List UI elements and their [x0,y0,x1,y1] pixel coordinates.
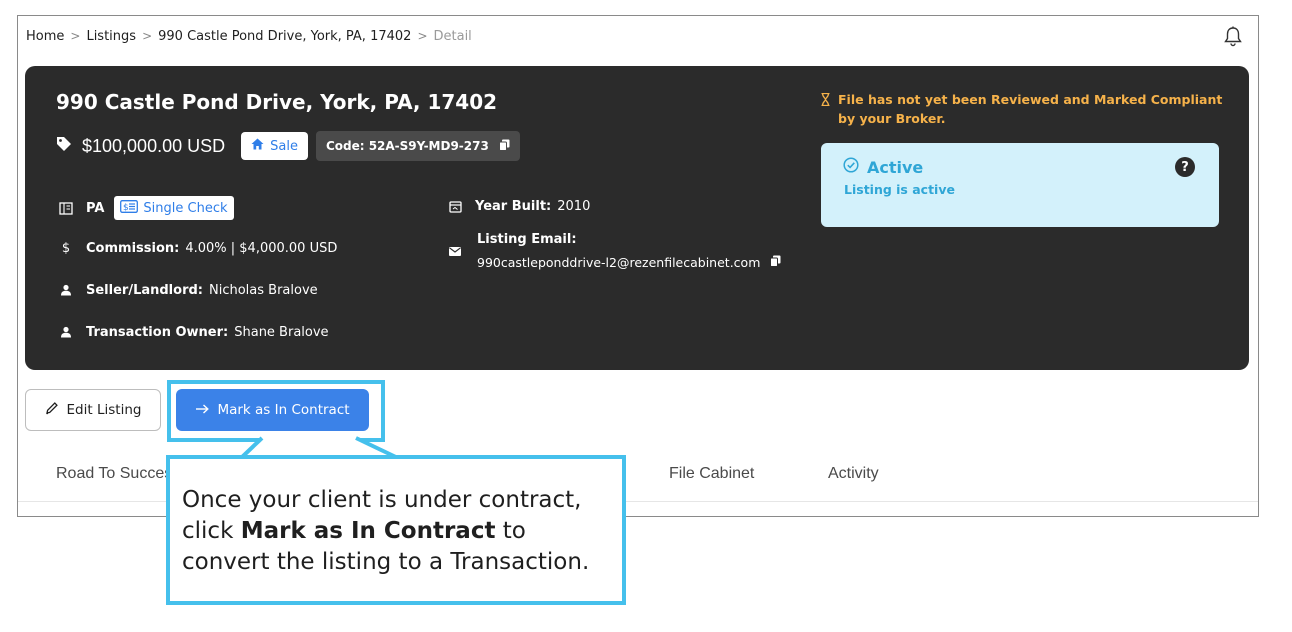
chevron-right-icon: > [417,29,428,43]
help-icon[interactable]: ? [1175,157,1195,177]
price-row: $100,000.00 USD Sale Code: 52A-S9Y-MD9-2… [56,131,520,161]
sale-badge: Sale [241,132,308,160]
owner-row: Transaction Owner: Shane Bralove [56,322,329,342]
listing-price: $100,000.00 USD [82,135,226,156]
edit-listing-button[interactable]: Edit Listing [25,389,161,431]
price-tag-icon [56,136,72,156]
breadcrumb-address[interactable]: 990 Castle Pond Drive, York, PA, 17402 [158,29,411,44]
single-check-label: Single Check [143,200,228,216]
edit-listing-label: Edit Listing [66,402,142,418]
app-window: Home > Listings > 990 Castle Pond Drive,… [17,15,1259,517]
tab-activity[interactable]: Activity [828,465,879,483]
hourglass-icon [821,90,830,128]
callout-line-2-pre: click [182,518,241,544]
mark-as-in-contract-button[interactable]: Mark as In Contract [176,389,369,431]
listing-email-label: Listing Email: [477,232,577,247]
chevron-right-icon: > [70,29,81,43]
mark-as-in-contract-label: Mark as In Contract [217,402,350,418]
status-panel: Active Listing is active ? [821,143,1219,227]
callout-line-3: convert the listing to a Transaction. [182,549,590,575]
status-title-row: Active [843,157,923,177]
state-row: PA $ Single Check [56,196,234,220]
compliance-text: File has not yet been Reviewed and Marke… [838,92,1223,126]
callout-line-1: Once your client is under contract, [182,487,582,513]
state-value: PA [86,200,105,216]
pencil-icon [45,401,59,419]
commission-label: Commission: [86,240,180,256]
notification-bell-icon[interactable] [1222,24,1244,48]
year-built-value: 2010 [557,198,591,214]
tab-road-to-success[interactable]: Road To Success [56,465,180,483]
callout-line-2: click Mark as In Contract to [182,516,610,547]
listing-code: Code: 52A-S9Y-MD9-273 [325,139,489,153]
tab-file-cabinet[interactable]: File Cabinet [669,465,754,483]
home-icon [251,138,264,154]
seller-value: Nicholas Bralove [209,282,318,298]
dollar-icon: $ [61,240,71,256]
breadcrumb-home[interactable]: Home [26,29,64,44]
check-circle-icon [843,157,859,177]
tutorial-callout: Once your client is under contract, clic… [166,455,626,605]
check-card-icon: $ [120,199,139,217]
compliance-warning: File has not yet been Reviewed and Marke… [821,90,1241,128]
single-check-chip: $ Single Check [114,196,234,220]
listing-title: 990 Castle Pond Drive, York, PA, 17402 [56,90,498,114]
listing-email-value: 990castleponddrive-l2@rezenfilecabinet.c… [477,255,761,270]
copy-icon[interactable] [770,255,781,270]
breadcrumb: Home > Listings > 990 Castle Pond Drive,… [26,26,472,46]
chevron-right-icon: > [142,29,153,43]
status-subtitle: Listing is active [844,182,955,197]
sale-badge-label: Sale [270,138,298,154]
seller-label: Seller/Landlord: [86,282,203,298]
owner-label: Transaction Owner: [86,324,229,340]
year-built-label: Year Built: [475,198,552,214]
calendar-icon [445,196,465,216]
copy-icon[interactable] [498,139,510,154]
envelope-icon [445,241,465,261]
user-icon [56,280,76,300]
year-built-row: Year Built: 2010 [445,196,590,216]
arrow-right-icon [195,402,210,418]
svg-text:$: $ [123,203,129,213]
commission-row: $ Commission: 4.00% | $4,000.00 USD [56,238,338,258]
listing-code-badge: Code: 52A-S9Y-MD9-273 [315,131,520,161]
listing-summary-card: 990 Castle Pond Drive, York, PA, 17402 $… [25,66,1249,370]
callout-line-2-post: to [495,518,526,544]
status-title: Active [867,157,924,177]
user-icon [56,322,76,342]
breadcrumb-listings[interactable]: Listings [86,29,136,44]
seller-row: Seller/Landlord: Nicholas Bralove [56,280,318,300]
commission-value: 4.00% | $4,000.00 USD [185,240,338,256]
breadcrumb-current: Detail [433,28,472,44]
owner-value: Shane Bralove [234,324,329,340]
building-icon [56,198,76,218]
callout-line-2-bold: Mark as In Contract [240,518,496,544]
listing-email-row: Listing Email: 990castleponddrive-l2@rez… [445,232,781,270]
